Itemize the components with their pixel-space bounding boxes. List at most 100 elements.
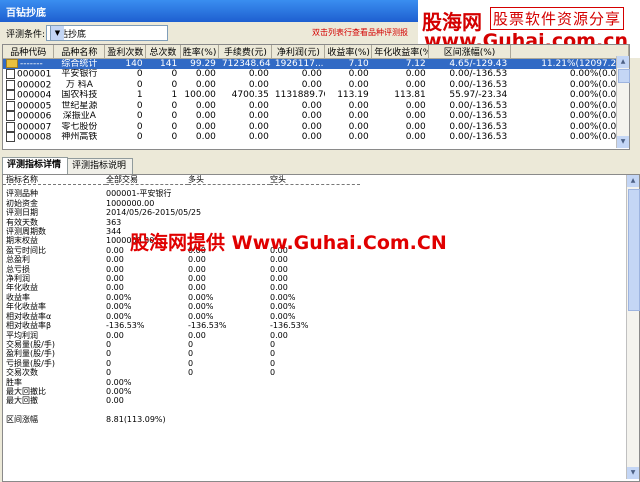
table-cell: 141 <box>145 58 181 69</box>
detail-panel: 指标名称 全部交易 多头 空头 评测品种 000001-平安银行 初始资金 10000… <box>2 174 640 482</box>
cell-code-text: 000004 <box>17 90 52 101</box>
table-cell: 0.00 <box>301 121 322 132</box>
detail-col-header: 空头 <box>270 175 286 184</box>
metric-value: 0 <box>106 349 112 359</box>
col-header[interactable]: 总次数 <box>145 45 181 59</box>
table-cell: 0.00 <box>348 69 369 80</box>
table-cell: 0.00%(0.00) <box>569 79 626 90</box>
list-item: 相对收益率β -136.53% -136.53% -136.53% <box>3 321 360 330</box>
scroll-up-icon[interactable]: ▲ <box>627 175 639 187</box>
detail-col-header: 指标名称 <box>6 175 38 184</box>
table-cell: 0.00 <box>348 132 369 143</box>
metric-name: 最大回撤比 <box>6 386 46 396</box>
table-cell: 0 <box>136 132 143 143</box>
col-header[interactable]: 胜率(%) <box>180 45 220 59</box>
col-header[interactable]: 年化收益率(%) <box>371 45 430 59</box>
table-row[interactable]: 000008 神州高铁 0 0 0.00 0.00 0.00 0.00 0.00 0.00/-13… <box>3 132 629 143</box>
metric-value <box>188 199 270 208</box>
table-cell: 140 <box>104 58 146 69</box>
table-row[interactable]: 000004 国农科技 1 1 100.00 4700.35 1131889.76 113.1… <box>3 90 629 101</box>
metric-value: 0.00 <box>270 255 288 265</box>
tab-indicator-details[interactable]: 评测指标详情 <box>2 157 68 175</box>
col-header[interactable]: 品种名称 <box>53 45 106 59</box>
table-row[interactable]: 000005 世纪星源 0 0 0.00 0.00 0.00 0.00 0.00 0.00/-13… <box>3 100 629 111</box>
table-cell: 0.00 <box>348 121 369 132</box>
col-header[interactable]: 盈利次数 <box>104 45 147 59</box>
table-cell: 0.00 <box>248 79 269 90</box>
tab-indicator-help[interactable]: 评测指标说明 <box>67 158 133 174</box>
metric-name <box>3 406 106 415</box>
metric-value: 0.00 <box>188 274 206 284</box>
cell-code-text: 000005 <box>17 101 52 111</box>
metric-name: 年化收益率 <box>6 302 46 312</box>
table-cell: 0.00/-136.53 <box>449 132 508 143</box>
table-cell: 7.12 <box>371 58 429 69</box>
results-scrollbar[interactable]: ▲ ▼ <box>616 56 630 148</box>
metric-value: 0.00 <box>188 264 206 274</box>
metric-value: -136.53% <box>188 321 227 331</box>
metric-name: 评测日期 <box>6 208 38 218</box>
list-item: 最大回撤 0.00 <box>3 396 360 405</box>
metric-value: 0.00 <box>106 255 124 265</box>
table-row[interactable]: ------- 综合统计 140 141 99.29 712348.64 1926117..… <box>3 58 629 69</box>
table-cell: 0.00%(0.00) <box>569 90 626 101</box>
metric-name: 收益率 <box>6 292 30 302</box>
table-cell: 0 <box>171 132 178 143</box>
metric-name: 期末权益 <box>6 236 38 246</box>
scroll-down-icon[interactable]: ▼ <box>627 467 639 479</box>
metric-value: 0.00% <box>270 311 296 321</box>
table-row[interactable]: 000007 零七股份 0 0 0.00 0.00 0.00 0.00 0.00 0.00/-13… <box>3 121 629 132</box>
metric-name: 总亏损 <box>6 264 30 274</box>
table-row[interactable]: 000001 平安银行 0 0 0.00 0.00 0.00 0.00 0.00 0.00/-13… <box>3 69 629 80</box>
col-header[interactable]: 收益率(%) <box>324 45 373 59</box>
col-header[interactable]: 手续费(元) <box>218 45 273 59</box>
metric-value: 0.00% <box>106 311 132 321</box>
metric-name: 最大回撤 <box>6 396 38 406</box>
scroll-thumb[interactable] <box>618 69 630 83</box>
metric-value: 0 <box>188 358 194 368</box>
detail-scrollbar[interactable]: ▲ ▼ <box>626 175 640 479</box>
list-item: 平均利润 0.00 0.00 0.00 <box>3 331 360 340</box>
document-icon <box>6 111 15 121</box>
col-header[interactable]: 区间涨幅(%) <box>428 45 511 59</box>
table-cell: 0.00 <box>195 121 216 132</box>
scroll-thumb[interactable] <box>628 189 640 311</box>
metric-value <box>188 378 270 387</box>
metric-value: 0.00% <box>106 377 132 387</box>
list-item: 交易次数 0 0 0 <box>3 368 360 377</box>
scroll-up-icon[interactable]: ▲ <box>617 56 629 68</box>
table-cell: 0.00 <box>195 132 216 143</box>
col-header[interactable]: 品种代码 <box>3 45 55 59</box>
col-header[interactable] <box>510 45 629 59</box>
cell-name: 平安银行 <box>61 69 98 80</box>
metric-value: 0 <box>270 358 276 368</box>
metric-value: 0.00 <box>106 274 124 284</box>
metric-value: 0.00 <box>106 396 124 406</box>
table-row[interactable]: 000006 深振业A 0 0 0.00 0.00 0.00 0.00 0.00 0.00/-13… <box>3 111 629 122</box>
chevron-down-icon[interactable]: ▼ <box>50 26 64 40</box>
table-cell: 0.00 <box>405 69 426 80</box>
metric-name: 有效天数 <box>6 217 38 227</box>
table-cell: 0.00%(0.00) <box>569 100 626 111</box>
metric-value: 0.00 <box>270 283 288 293</box>
table-row[interactable]: 000002 万 科A 0 0 0.00 0.00 0.00 0.00 0.00 0.00/-13… <box>3 79 629 90</box>
detail-col-header: 全部交易 <box>106 175 138 184</box>
table-cell: 0.00 <box>248 100 269 111</box>
metric-value: 0.00 <box>106 264 124 274</box>
metric-value: 0 <box>106 339 112 349</box>
table-cell: 0.00 <box>405 111 426 122</box>
table-cell: 0 <box>136 121 143 132</box>
col-header[interactable]: 净利润(元) <box>271 45 326 59</box>
metric-value: 0.00% <box>270 302 296 312</box>
list-item: 有效天数 363 <box>3 218 360 227</box>
table-cell: 0 <box>171 100 178 111</box>
metric-value: 2014/05/26-2015/05/25 <box>106 208 202 218</box>
metric-value: 363 <box>106 217 122 227</box>
condition-select[interactable]: 百钻抄底 ▼ <box>46 25 168 41</box>
results-grid[interactable]: 品种代码 品种名称 盈利次数 总次数 胜率(%) 手续费(元) 净利润(元) 收… <box>2 44 630 150</box>
cell-code-text: ------- <box>20 59 43 69</box>
scroll-down-icon[interactable]: ▼ <box>617 136 629 148</box>
table-cell: 0 <box>171 69 178 80</box>
table-cell: 0.00 <box>301 132 322 143</box>
metric-name: 胜率 <box>6 377 22 387</box>
